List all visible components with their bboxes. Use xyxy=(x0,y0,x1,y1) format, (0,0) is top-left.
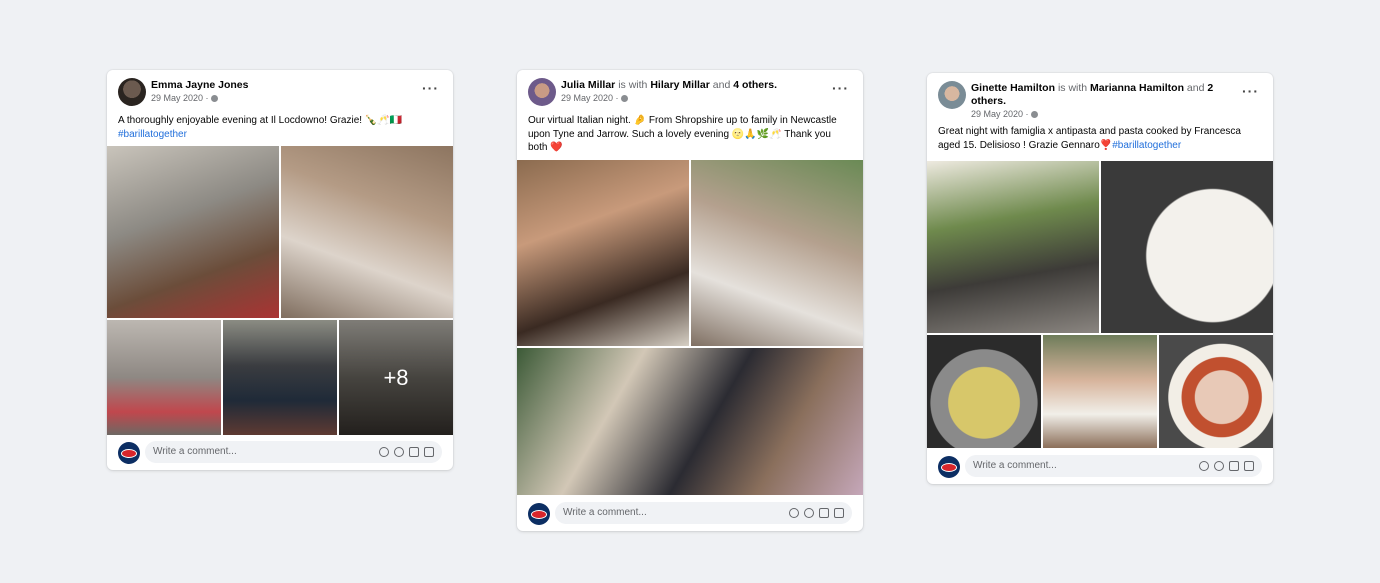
photo[interactable] xyxy=(927,335,1041,448)
sticker-icon[interactable] xyxy=(1244,461,1254,471)
gif-icon[interactable] xyxy=(1229,461,1239,471)
post-card-1: Emma Jayne Jones 29 May 2020 · ··· A tho… xyxy=(107,70,453,470)
comment-input[interactable]: Write a comment... xyxy=(145,441,442,463)
post-card-3: Ginette Hamilton is with Marianna Hamilt… xyxy=(927,73,1273,484)
author-name[interactable]: Emma Jayne Jones xyxy=(151,79,248,91)
photo[interactable] xyxy=(281,146,453,318)
emoji-icon[interactable] xyxy=(1199,461,1209,471)
tagged-name[interactable]: Hilary Millar xyxy=(650,79,710,91)
author-name[interactable]: Julia Millar xyxy=(561,79,615,91)
photo[interactable] xyxy=(1043,335,1157,448)
photo[interactable]: +8 xyxy=(339,320,453,435)
gif-icon[interactable] xyxy=(819,508,829,518)
author-avatar[interactable] xyxy=(938,81,966,109)
hashtag-link[interactable]: #barillatogether xyxy=(1112,140,1181,151)
sticker-icon[interactable] xyxy=(834,508,844,518)
comment-input[interactable]: Write a comment... xyxy=(555,502,852,524)
photo[interactable] xyxy=(1159,335,1273,448)
photo-grid xyxy=(517,160,863,495)
photo[interactable] xyxy=(1101,161,1273,333)
tagged-name[interactable]: Marianna Hamilton xyxy=(1090,82,1184,94)
gif-icon[interactable] xyxy=(409,447,419,457)
camera-icon[interactable] xyxy=(804,508,814,518)
emoji-icon[interactable] xyxy=(789,508,799,518)
post-header: Julia Millar is with Hilary Millar and 4… xyxy=(517,70,863,110)
commenter-avatar xyxy=(118,442,140,464)
more-options-button[interactable]: ··· xyxy=(832,80,849,96)
others-link[interactable]: 4 others. xyxy=(733,79,777,91)
photo-grid xyxy=(927,161,1273,448)
comment-row: Write a comment... xyxy=(107,436,453,470)
photo[interactable] xyxy=(107,320,221,435)
comment-row: Write a comment... xyxy=(927,450,1273,484)
author-name[interactable]: Ginette Hamilton xyxy=(971,82,1055,94)
emoji-icon[interactable] xyxy=(379,447,389,457)
more-options-button[interactable]: ··· xyxy=(422,80,439,96)
author-avatar[interactable] xyxy=(118,78,146,106)
post-date[interactable]: 29 May 2020 · xyxy=(561,93,628,103)
photo[interactable] xyxy=(517,160,689,346)
photo[interactable] xyxy=(927,161,1099,333)
sticker-icon[interactable] xyxy=(424,447,434,457)
post-date[interactable]: 29 May 2020 · xyxy=(151,93,218,103)
comment-input[interactable]: Write a comment... xyxy=(965,455,1262,477)
post-caption: Our virtual Italian night. 🤌 From Shrops… xyxy=(528,115,837,153)
more-photos-count[interactable]: +8 xyxy=(339,320,453,435)
post-caption: Great night with famiglia x antipasta an… xyxy=(938,126,1241,151)
comment-row: Write a comment... xyxy=(517,497,863,531)
photo[interactable] xyxy=(517,348,863,495)
globe-icon xyxy=(1030,111,1038,118)
post-card-2: Julia Millar is with Hilary Millar and 4… xyxy=(517,70,863,531)
photo[interactable] xyxy=(691,160,863,346)
globe-icon xyxy=(620,95,628,102)
photo[interactable] xyxy=(107,146,279,318)
post-header: Ginette Hamilton is with Marianna Hamilt… xyxy=(927,73,1273,125)
photo-grid: +8 xyxy=(107,146,453,435)
more-options-button[interactable]: ··· xyxy=(1242,83,1259,99)
post-caption: A thoroughly enjoyable evening at Il Loc… xyxy=(118,115,403,140)
globe-icon xyxy=(210,95,218,102)
camera-icon[interactable] xyxy=(394,447,404,457)
post-header: Emma Jayne Jones 29 May 2020 · ··· xyxy=(107,70,453,110)
post-date[interactable]: 29 May 2020 · xyxy=(971,109,1038,119)
author-avatar[interactable] xyxy=(528,78,556,106)
commenter-avatar xyxy=(528,503,550,525)
camera-icon[interactable] xyxy=(1214,461,1224,471)
hashtag-link[interactable]: #barillatogether xyxy=(118,129,187,140)
commenter-avatar xyxy=(938,456,960,478)
photo[interactable] xyxy=(223,320,337,435)
